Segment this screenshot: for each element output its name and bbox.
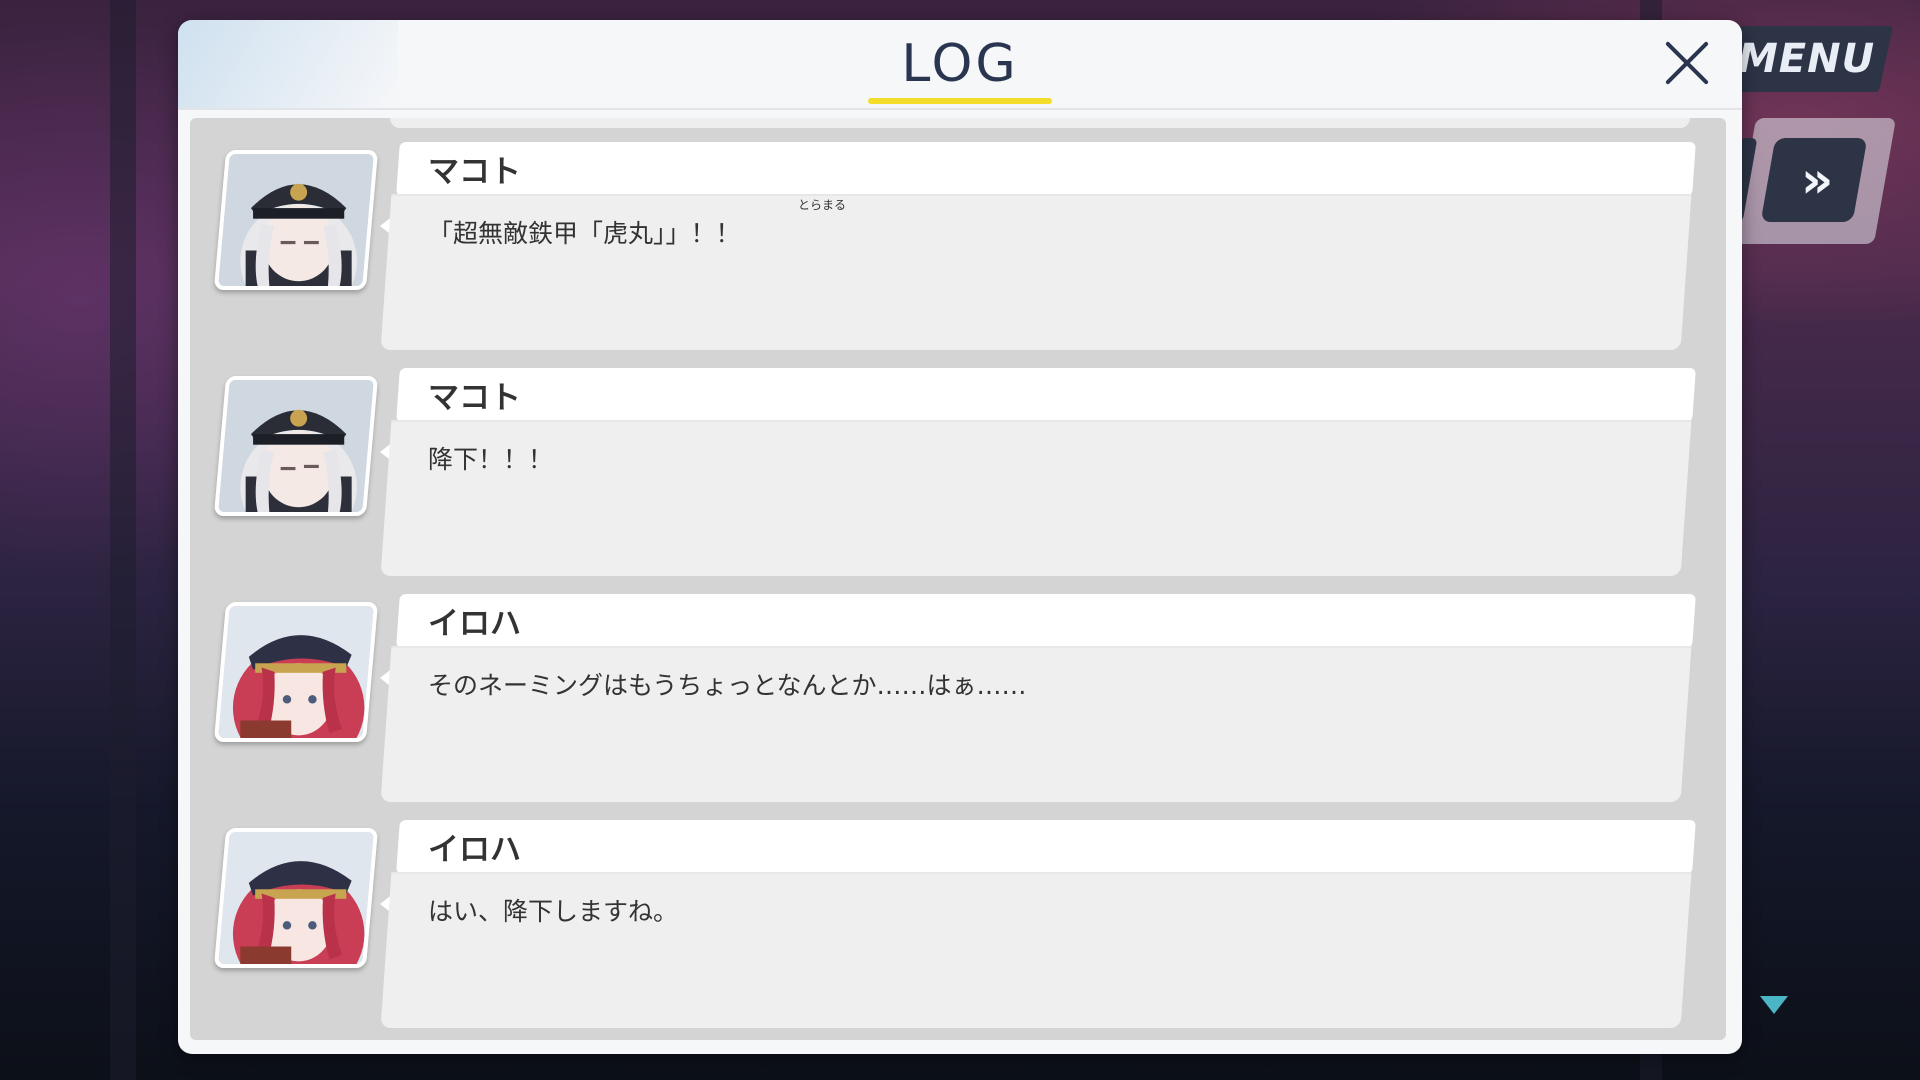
close-icon[interactable] [1656,32,1718,94]
iroha-portrait-icon [213,602,379,742]
speaker-name: イロハ [428,832,521,868]
speaker-bar [396,594,1696,648]
dialogue-text: 降下！！！ [428,445,554,474]
speaker-name: イロハ [428,606,521,642]
log-window: LOG マコト とらまる 「超無敵鉄甲「虎丸」」！！ マコト 降下！！！ イロハ… [178,20,1742,1054]
ruby-annotation: とらまる [798,198,847,212]
dialogue-box [380,420,1692,576]
speaker-name: マコト [428,380,521,416]
speaker-bar [396,142,1696,196]
title-bar: LOG [178,20,1742,110]
dialogue-text: はい、降下しますね。 [428,897,679,926]
stage-truss-left [110,0,136,1080]
log-list[interactable]: マコト とらまる 「超無敵鉄甲「虎丸」」！！ マコト 降下！！！ イロハ そのネ… [190,118,1726,1040]
log-entry: イロハ そのネーミングはもうちょっとなんとか……はぁ…… [190,594,1726,806]
fast-forward-button[interactable]: » [1760,138,1868,222]
dialogue-text: 「超無敵鉄甲「虎丸」」！！ [428,219,741,248]
speaker-bar [396,368,1696,422]
scroll-down-icon[interactable] [1760,996,1788,1014]
iroha-portrait-icon [213,828,379,968]
previous-entry-edge [390,118,1690,128]
log-title: LOG [901,34,1019,94]
dialogue-text: そのネーミングはもうちょっとなんとか……はぁ…… [428,671,1027,700]
speaker-name: マコト [428,154,521,190]
makoto-portrait-icon [213,376,379,516]
log-entry: マコト 降下！！！ [190,368,1726,580]
log-entry: イロハ はい、降下しますね。 [190,820,1726,1032]
fast-forward-icon: » [1800,151,1828,209]
log-entry: マコト とらまる 「超無敵鉄甲「虎丸」」！！ [190,142,1726,354]
makoto-portrait-icon [213,150,379,290]
title-underline [868,98,1052,104]
menu-label: MENU [1738,36,1876,82]
speaker-bar [396,820,1696,874]
menu-button[interactable]: MENU [1720,26,1894,92]
